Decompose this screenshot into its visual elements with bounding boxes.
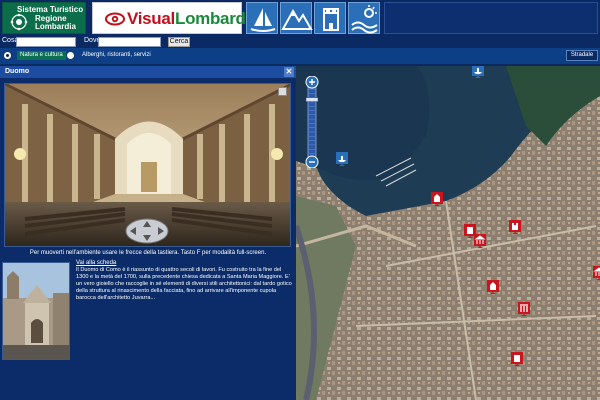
rosa-camuna-icon [10, 13, 28, 31]
panorama-viewer[interactable] [4, 83, 291, 247]
what-input[interactable] [16, 37, 76, 47]
where-input[interactable] [98, 37, 161, 47]
castle-icon[interactable] [314, 2, 346, 34]
filter-nature-label[interactable]: Natura e cultura [17, 51, 66, 60]
museum-icon[interactable] [474, 234, 486, 248]
panel-title: Duomo [5, 68, 30, 75]
search-bar: Cosa Dove Cerca [0, 36, 600, 48]
filter-bar: Natura e cultura Alberghi, ristoranti, s… [0, 48, 600, 64]
detail-panel: Duomo ✕ Per muoverti nell'ambiente usare… [0, 66, 296, 400]
visual-lombardia-logo[interactable]: VisualLombardia [92, 2, 259, 34]
duomo-thumbnail-image[interactable] [2, 262, 70, 360]
panorama-hint: Per muoverti nell'ambiente usare le frec… [29, 250, 267, 256]
close-button[interactable]: ✕ [284, 67, 294, 77]
filter-services-label[interactable]: Alberghi, ristoranti, servizi [82, 52, 151, 58]
logo-text-visual: Visual [127, 9, 175, 28]
brand-line-2: Regione Lombardia [35, 15, 76, 31]
sun-sea-icon[interactable] [348, 2, 380, 34]
filter-services-radio[interactable] [66, 51, 75, 60]
app-header: Sistema Turistico Regione Lombardia Visu… [0, 0, 600, 36]
eye-icon [105, 12, 125, 26]
zoom-control[interactable] [305, 76, 319, 168]
zoom-slider-thumb[interactable] [305, 97, 319, 102]
description-text: Il Duomo di Como è il riassunto di quatt… [76, 267, 292, 301]
search-button[interactable]: Cerca [168, 37, 190, 47]
brand-lombardia: Lombardia [35, 22, 76, 31]
ferry-icon[interactable] [336, 152, 348, 166]
church-icon[interactable] [431, 192, 443, 206]
panel-title-bar: Duomo ✕ [0, 66, 296, 78]
logo-text: VisualLombardia [127, 9, 259, 29]
ferry-icon[interactable] [472, 66, 484, 78]
satellite-map[interactable] [296, 66, 600, 400]
fullscreen-icon[interactable] [278, 87, 287, 96]
pan-navigation-control[interactable] [125, 218, 169, 244]
monument-icon[interactable] [511, 352, 523, 366]
mountain-icon[interactable] [280, 2, 313, 34]
castle-icon[interactable] [509, 220, 521, 234]
church-icon[interactable] [487, 280, 499, 294]
museum-icon[interactable] [593, 266, 600, 280]
map-imagery [296, 66, 600, 400]
regione-lombardia-logo[interactable]: Sistema Turistico Regione Lombardia [2, 2, 86, 34]
map-type-button[interactable]: Stradale [566, 50, 598, 61]
header-blank-panel [384, 2, 598, 34]
go-to-card-link[interactable]: Vai alla scheda [76, 260, 116, 266]
sailboat-icon[interactable] [246, 2, 278, 34]
filter-nature-radio[interactable] [3, 51, 12, 60]
palace-icon[interactable] [518, 302, 530, 316]
